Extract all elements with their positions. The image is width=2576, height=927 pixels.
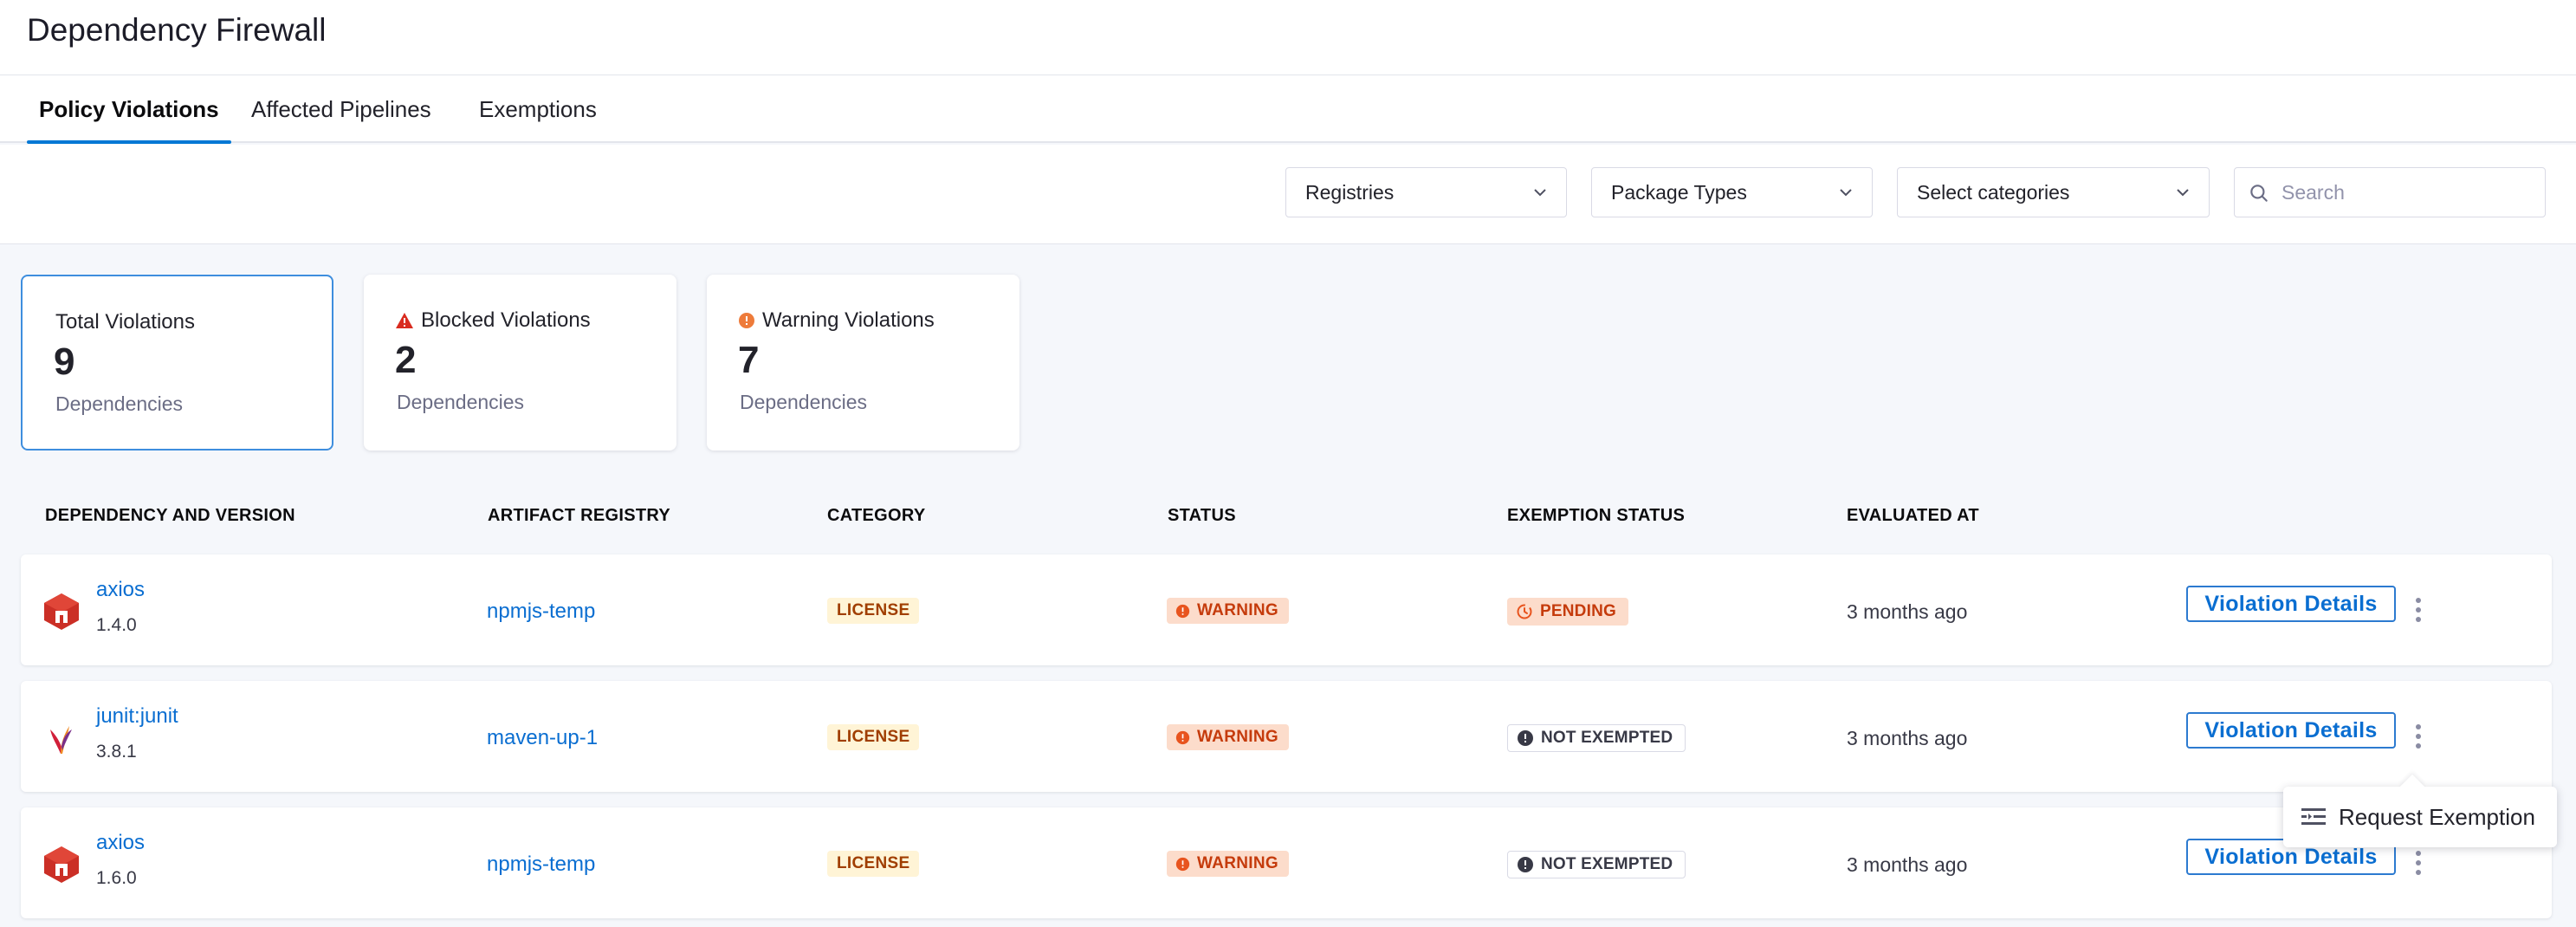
warning-circle-icon (1175, 857, 1190, 871)
card-subtitle: Dependencies (740, 391, 868, 413)
total-violations-card[interactable]: Total Violations 9 Dependencies (21, 275, 333, 451)
exemption-status-label: PENDING (1540, 602, 1616, 620)
column-header-status[interactable]: STATUS (1168, 506, 1236, 526)
npm-icon (44, 593, 79, 630)
registries-dropdown[interactable]: Registries (1285, 167, 1567, 217)
request-exemption-menu-item[interactable]: Request Exemption (2283, 787, 2557, 847)
status-badge: WARNING (1167, 598, 1289, 624)
chevron-down-icon (2177, 189, 2189, 197)
tab-policy-violations[interactable]: Policy Violations (27, 75, 231, 144)
column-header-exemption-status[interactable]: EXEMPTION STATUS (1507, 506, 1685, 526)
chevron-down-icon (1840, 189, 1852, 197)
tab-exemptions[interactable]: Exemptions (479, 75, 597, 143)
more-options-icon[interactable] (2408, 847, 2429, 878)
category-badge: LICENSE (827, 851, 920, 877)
evaluated-at: 3 months ago (1847, 727, 1968, 749)
categories-dropdown-label: Select categories (1917, 181, 2070, 204)
dependency-version: 3.8.1 (96, 742, 137, 762)
column-header-evaluated-at[interactable]: EVALUATED AT (1847, 506, 1979, 526)
info-circle-icon (1518, 730, 1533, 746)
column-header-dependency[interactable]: DEPENDENCY AND VERSION (45, 506, 295, 526)
search-input[interactable] (2282, 175, 2533, 210)
more-options-icon[interactable] (2408, 594, 2429, 626)
package-types-dropdown[interactable]: Package Types (1591, 167, 1873, 217)
card-label: Total Violations (55, 310, 195, 334)
status-badge: WARNING (1167, 851, 1289, 877)
request-exemption-label: Request Exemption (2339, 804, 2535, 830)
violation-details-button[interactable]: Violation Details (2186, 712, 2396, 749)
exemption-status-badge: NOT EXEMPTED (1507, 724, 1686, 752)
warning-circle-icon (739, 313, 754, 328)
card-label: Warning Violations (738, 308, 935, 333)
violation-details-button[interactable]: Violation Details (2186, 586, 2396, 622)
breadcrumb[interactable] (234, 0, 606, 2)
page-title: Dependency Firewall (27, 12, 327, 48)
chevron-down-icon (1534, 189, 1546, 197)
exemption-status-badge: PENDING (1507, 598, 1628, 626)
card-subtitle: Dependencies (397, 391, 525, 413)
row-actions-popover[interactable]: Request Exemption (2283, 787, 2557, 847)
category-badge: LICENSE (827, 724, 920, 750)
search-box[interactable] (2234, 167, 2546, 217)
package-types-dropdown-label: Package Types (1611, 181, 1747, 204)
info-circle-icon (1518, 857, 1533, 872)
tab-affected-pipelines[interactable]: Affected Pipelines (251, 75, 431, 143)
column-header-category[interactable]: CATEGORY (827, 506, 926, 526)
dependency-version: 1.4.0 (96, 615, 137, 635)
table-row[interactable]: axios 1.6.0 npmjs-temp LICENSE WARNING N… (21, 807, 2552, 918)
dependency-version: 1.6.0 (96, 868, 137, 888)
card-label: Blocked Violations (395, 308, 591, 333)
column-header-registry[interactable]: ARTIFACT REGISTRY (488, 506, 670, 526)
card-label-text: Warning Violations (762, 308, 935, 332)
exemption-status-badge: NOT EXEMPTED (1507, 851, 1686, 878)
evaluated-at: 3 months ago (1847, 600, 1968, 623)
warning-violations-card[interactable]: Warning Violations 7 Dependencies (707, 275, 1019, 451)
card-label-text: Total Violations (55, 310, 195, 334)
tab-bar: Policy Violations Affected Pipelines Exe… (0, 75, 2576, 144)
card-value: 7 (738, 339, 760, 381)
table-row[interactable]: axios 1.4.0 npmjs-temp LICENSE WARNING P… (21, 554, 2552, 665)
card-value: 9 (54, 340, 75, 383)
blocked-violations-card[interactable]: Blocked Violations 2 Dependencies (364, 275, 676, 451)
table-row[interactable]: junit:junit 3.8.1 maven-up-1 LICENSE WAR… (21, 681, 2552, 792)
categories-dropdown[interactable]: Select categories (1897, 167, 2210, 217)
pending-clock-icon (1517, 604, 1532, 619)
maven-icon (50, 726, 72, 754)
dependency-name-link[interactable]: axios (96, 831, 145, 855)
card-value: 2 (395, 339, 417, 381)
status-badge-label: WARNING (1197, 728, 1278, 746)
registry-link[interactable]: npmjs-temp (487, 852, 595, 877)
npm-icon (44, 846, 79, 883)
more-options-icon[interactable] (2408, 721, 2429, 752)
warning-circle-icon (1175, 604, 1190, 618)
dependency-name-link[interactable]: axios (96, 578, 145, 602)
registries-dropdown-label: Registries (1305, 181, 1395, 204)
dependency-name-link[interactable]: junit:junit (96, 704, 178, 729)
warning-triangle-icon (396, 313, 413, 328)
card-label-text: Blocked Violations (421, 308, 591, 332)
status-badge-label: WARNING (1197, 854, 1278, 872)
status-badge-label: WARNING (1197, 601, 1278, 619)
card-subtitle: Dependencies (55, 392, 184, 415)
exemption-status-label: NOT EXEMPTED (1541, 729, 1673, 747)
evaluated-at: 3 months ago (1847, 853, 1968, 876)
status-badge: WARNING (1167, 724, 1289, 750)
filter-bar: Registries Package Types Select categori… (0, 145, 2576, 244)
category-badge: LICENSE (827, 598, 920, 624)
registry-link[interactable]: npmjs-temp (487, 600, 595, 624)
exemption-status-label: NOT EXEMPTED (1541, 855, 1673, 873)
registry-link[interactable]: maven-up-1 (487, 726, 598, 750)
page-header: Dependency Firewall (0, 0, 2576, 75)
search-icon (2250, 185, 2268, 202)
warning-circle-icon (1175, 730, 1190, 744)
request-exemption-icon (2301, 808, 2326, 825)
